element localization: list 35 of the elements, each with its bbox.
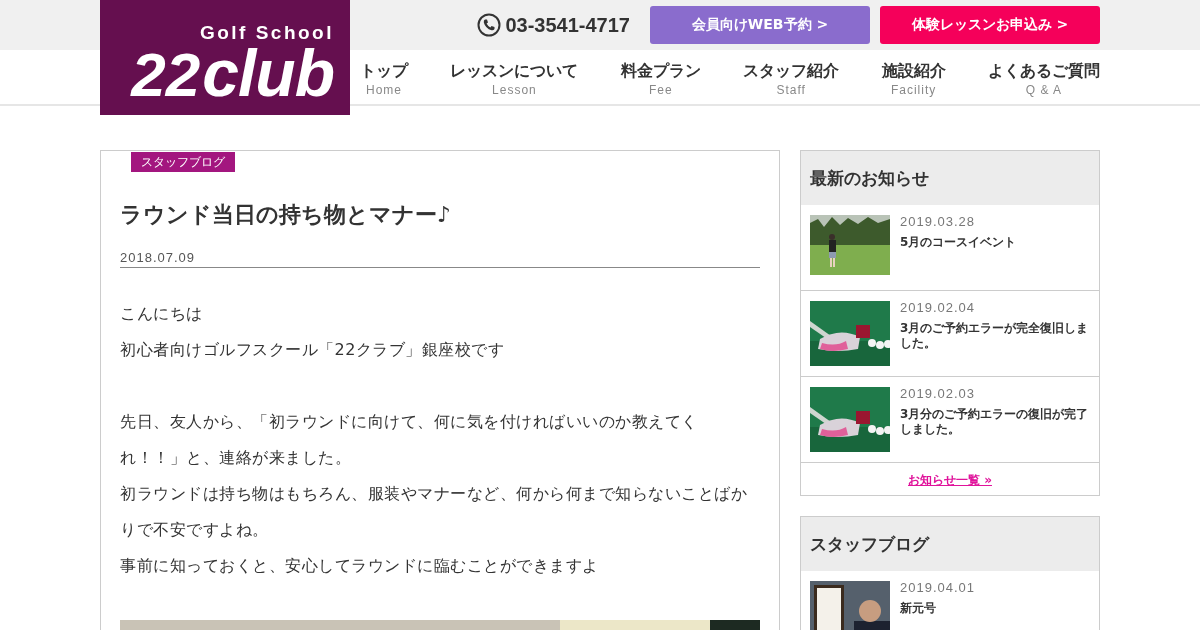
nav-item[interactable]: スタッフ紹介 Staff — [743, 50, 840, 99]
news-item[interactable]: 2019.02.03 3月分のご予約エラーの復旧が完了しました。 — [801, 377, 1099, 463]
news-title: 3月のご予約エラーが完全復旧しました。 — [900, 321, 1090, 351]
news-item[interactable]: 2019.04.01 新元号 — [801, 571, 1099, 630]
category-tag[interactable]: スタッフブログ — [131, 152, 235, 172]
nav-item[interactable]: よくあるご質問 Q & A — [987, 50, 1100, 99]
panel-title: 最新のお知らせ — [801, 151, 1099, 205]
reservation-button[interactable]: 会員向けWEB予約 > — [650, 6, 870, 44]
nav-item[interactable]: レッスンについて Lesson — [450, 50, 579, 99]
news-item[interactable]: 2019.03.28 5月のコースイベント — [801, 205, 1099, 291]
nav-item[interactable]: 料金プラン Fee — [620, 50, 701, 99]
news-date: 2019.02.04 — [900, 301, 977, 315]
phone-number: 03-3541-4717 — [505, 13, 630, 37]
paragraph: 先日、友人から、「初ラウンドに向けて、何に気を付ければいいのか教えてくれ！！」と、連絡が来ました。 — [120, 411, 699, 469]
news-item[interactable]: 2019.02.04 3月のご予約エラーが完全復旧しました。 — [801, 291, 1099, 377]
news-date: 2019.02.03 — [900, 387, 977, 401]
nav-item[interactable]: トップ Home — [360, 50, 408, 99]
paragraph: 初心者向けゴルフスクール「22クラブ」銀座校です — [120, 339, 506, 361]
news-title: 新元号 — [900, 601, 937, 616]
logo-mark: 22 — [131, 42, 201, 108]
phone-icon — [477, 13, 502, 37]
news-date: 2019.03.28 — [900, 215, 977, 229]
news-title: 5月のコースイベント — [900, 235, 1018, 250]
panel-title: スタッフブログ — [801, 517, 1099, 571]
news-date: 2019.04.01 — [900, 581, 977, 595]
paragraph: 事前に知っておくと、安心してラウンドに臨むことができますよ — [120, 555, 600, 577]
news-list-link[interactable]: お知らせ一覧 » — [908, 473, 992, 487]
article-date: 2018.07.09 — [120, 250, 760, 268]
news-title: 3月分のご予約エラーの復旧が完了しました。 — [900, 407, 1090, 437]
nav-item[interactable]: 施設紹介 Facility — [881, 50, 946, 99]
trial-lesson-button[interactable]: 体験レッスンお申込み > — [880, 6, 1100, 44]
paragraph: こんにちは — [120, 303, 204, 325]
article-title: ラウンド当日の持ち物とマナー♪ — [120, 201, 453, 229]
logo[interactable]: Golf School 22club — [100, 0, 350, 115]
paragraph: 初ラウンドは持ち物はもちろん、服装やマナーなど、何から何まで知らないことばかりで不安ですよね。 — [120, 483, 748, 541]
